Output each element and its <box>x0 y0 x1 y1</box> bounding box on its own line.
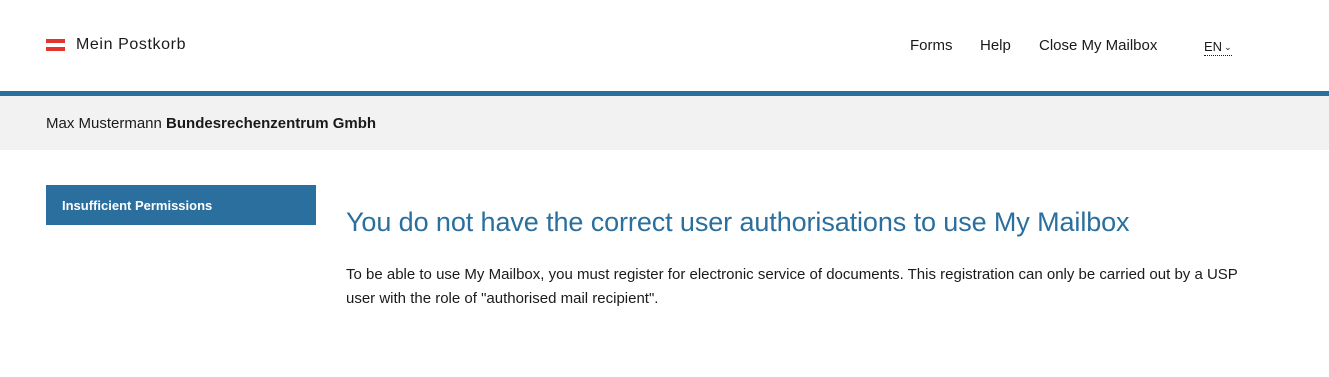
brand-name: Mein Postkorb <box>76 36 187 53</box>
nav-close-mailbox[interactable]: Close My Mailbox <box>1039 37 1157 54</box>
site-header: Mein Postkorb Forms Help Close My Mailbo… <box>0 0 1329 91</box>
language-selector[interactable]: EN ⌄ <box>1204 39 1232 56</box>
page-description: To be able to use My Mailbox, you must r… <box>346 266 1238 307</box>
nav-forms[interactable]: Forms <box>910 37 953 54</box>
user-bar: Max Mustermann Bundesrechenzentrum Gmbh <box>0 96 1329 150</box>
brand-logo-link[interactable]: Mein Postkorb <box>46 36 186 54</box>
user-name: Max Mustermann <box>46 115 162 132</box>
austria-flag-icon <box>46 38 65 52</box>
nav-help[interactable]: Help <box>980 37 1011 54</box>
sidebar-item-insufficient-permissions[interactable]: Insufficient Permissions <box>46 185 316 225</box>
language-label: EN <box>1204 39 1223 54</box>
organisation-name: Bundesrechenzentrum Gmbh <box>166 115 377 132</box>
sidebar-item-label: Insufficient Permissions <box>62 198 213 213</box>
page-title: You do not have the correct user authori… <box>346 207 1130 237</box>
user-identity: Max Mustermann Bundesrechenzentrum Gmbh <box>46 115 376 132</box>
chevron-down-icon: ⌄ <box>1224 42 1232 52</box>
